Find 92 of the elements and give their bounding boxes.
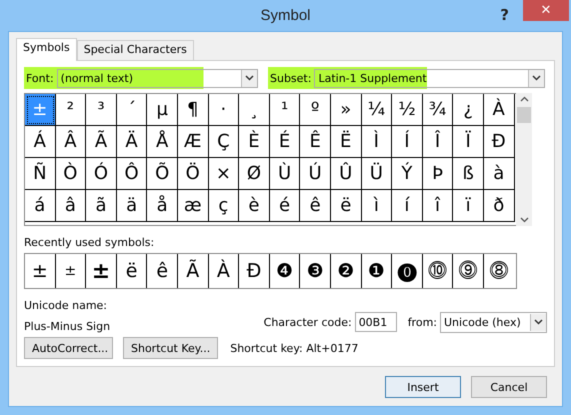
character-code-field[interactable]: 00B1 <box>354 312 397 332</box>
dialog-button[interactable]: AutoCorrect... <box>24 337 113 359</box>
symbol-cell[interactable]: · <box>208 94 240 126</box>
symbol-cell[interactable]: Î <box>422 126 454 158</box>
symbol-cell[interactable]: Ó <box>86 158 117 190</box>
symbol-cell[interactable]: ¾ <box>422 94 454 126</box>
symbol-cell[interactable]: â <box>56 190 86 222</box>
scrollbar-thumb[interactable] <box>517 107 531 123</box>
symbol-cell[interactable]: Ê <box>300 126 331 158</box>
symbol-cell[interactable]: Æ <box>178 126 209 158</box>
symbol-cell[interactable]: ä <box>116 190 148 222</box>
symbol-cell[interactable]: Â <box>56 126 86 158</box>
symbol-cell[interactable]: Ý <box>392 158 423 190</box>
symbol-cell[interactable]: Ã <box>86 126 117 158</box>
chevron-down-icon <box>245 75 254 81</box>
symbol-cell[interactable]: Ì <box>362 126 392 158</box>
symbol-cell[interactable]: È <box>239 126 270 158</box>
symbol-cell[interactable]: î <box>422 190 454 222</box>
font-dropdown[interactable]: (normal text) <box>56 68 258 88</box>
dialog-button[interactable]: Shortcut Key... <box>123 337 218 359</box>
unicode-name-label: Unicode name: <box>24 299 108 312</box>
close-button[interactable]: ✕ <box>523 0 569 21</box>
symbol-cell[interactable]: Ð <box>484 126 514 158</box>
symbol-cell[interactable]: Þ <box>422 158 454 190</box>
symbol-cell[interactable]: Å <box>147 126 178 158</box>
dialog-button[interactable]: Insert <box>385 376 461 398</box>
from-label: from: <box>408 316 437 328</box>
symbol-cell[interactable]: Ë <box>330 126 362 158</box>
symbol-cell[interactable]: É <box>270 126 300 158</box>
symbol-cell[interactable]: ï <box>453 190 484 222</box>
symbol-cell[interactable]: Ç <box>208 126 240 158</box>
symbol-cell[interactable]: ð <box>484 190 514 222</box>
symbol-cell[interactable]: è <box>239 190 270 222</box>
symbol-cell[interactable]: ã <box>86 190 117 222</box>
symbol-cell[interactable]: ¹ <box>270 94 300 126</box>
chevron-down-icon <box>532 75 541 81</box>
symbol-cell[interactable]: º <box>300 94 331 126</box>
symbol-cell[interactable]: Ö <box>178 158 209 190</box>
shortcut-text: Shortcut key: Alt+0177 <box>230 342 358 354</box>
symbol-cell[interactable]: Ü <box>362 158 392 190</box>
recent-symbol[interactable]: ⓼ <box>484 254 514 288</box>
symbol-cell[interactable]: µ <box>147 94 178 126</box>
symbol-cell[interactable]: » <box>330 94 362 126</box>
dialog-button[interactable]: Cancel <box>471 376 547 398</box>
symbol-cell[interactable]: ² <box>56 94 86 126</box>
help-button[interactable]: ? <box>500 6 509 24</box>
subset-label: Subset: <box>270 72 312 84</box>
symbol-cell[interactable]: ¸ <box>239 94 270 126</box>
symbol-cell[interactable]: å <box>147 190 178 222</box>
symbol-cell[interactable]: Ï <box>453 126 484 158</box>
symbol-cell[interactable]: Ñ <box>25 158 56 190</box>
symbol-cell[interactable]: Á <box>25 126 56 158</box>
symbol-cell[interactable]: ³ <box>86 94 117 126</box>
symbol-cell[interactable]: ½ <box>392 94 423 126</box>
unicode-name: Plus-Minus Sign <box>24 320 110 333</box>
chevron-down-icon <box>534 319 543 325</box>
symbol-cell[interactable]: Ø <box>239 158 270 190</box>
symbol-cell[interactable]: À <box>484 94 514 126</box>
tab[interactable]: Special Characters <box>76 40 194 60</box>
symbol-cell[interactable]: ç <box>208 190 240 222</box>
tab[interactable]: Symbols <box>16 38 77 61</box>
symbol-cell[interactable]: Ä <box>116 126 148 158</box>
symbol-cell[interactable]: × <box>208 158 240 190</box>
subset-dropdown[interactable]: Latin-1 Supplement <box>314 68 545 88</box>
chevron-down-icon <box>520 217 528 223</box>
symbol-cell[interactable]: Í <box>392 126 423 158</box>
symbol-cell[interactable]: ë <box>330 190 362 222</box>
symbol-cell[interactable]: Û <box>330 158 362 190</box>
chevron-up-icon <box>520 96 528 102</box>
symbol-cell[interactable]: æ <box>178 190 209 222</box>
symbol-cell[interactable]: à <box>484 158 514 190</box>
scrollbar[interactable] <box>516 93 532 226</box>
symbol-cell[interactable]: ¶ <box>178 94 209 126</box>
symbol-cell[interactable]: Ú <box>300 158 331 190</box>
symbol-cell[interactable]: ¿ <box>453 94 484 126</box>
symbol-cell[interactable]: í <box>392 190 423 222</box>
symbol-cell[interactable]: á <box>25 190 56 222</box>
symbol-cell[interactable]: ê <box>300 190 331 222</box>
symbol-cell[interactable]: ¼ <box>362 94 392 126</box>
symbol-cell[interactable]: Ò <box>56 158 86 190</box>
font-label: Font: <box>26 72 54 84</box>
symbol-cell[interactable]: Ô <box>116 158 148 190</box>
symbol-cell[interactable]: ´ <box>116 94 148 126</box>
character-code-label: Character code: <box>264 316 352 328</box>
symbol-cell[interactable]: Õ <box>147 158 178 190</box>
symbol-cell[interactable]: Ù <box>270 158 300 190</box>
window-title: Symbol <box>260 7 311 24</box>
symbol-cell[interactable]: é <box>270 190 300 222</box>
symbol-cell[interactable]: ß <box>453 158 484 190</box>
symbol-cell[interactable]: ì <box>362 190 392 222</box>
recent-label: Recently used symbols: <box>24 236 156 249</box>
from-dropdown[interactable]: Unicode (hex) <box>440 312 547 332</box>
